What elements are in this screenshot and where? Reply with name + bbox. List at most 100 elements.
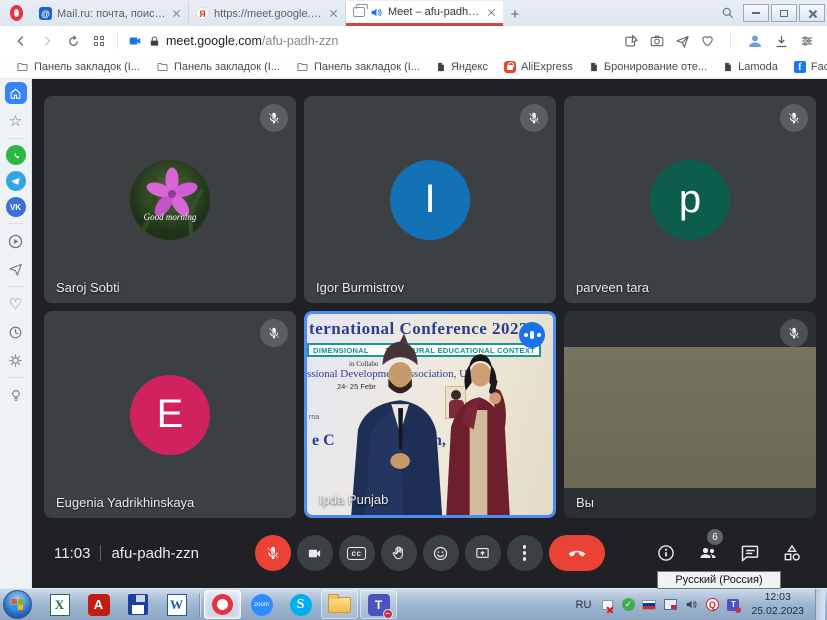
tab-meet-active[interactable]: Meet – afu-padh-zzn xyxy=(346,1,503,26)
bookmark-lamoda[interactable]: Lamoda xyxy=(723,61,778,73)
mic-muted-button[interactable] xyxy=(255,535,291,571)
sidebar-divider xyxy=(9,286,23,287)
captions-button[interactable]: cc xyxy=(339,535,375,571)
participant-tile-saroj-sobti[interactable]: Good morning Saroj Sobti xyxy=(44,96,296,303)
telegram-icon[interactable] xyxy=(6,171,26,191)
sidebar-divider xyxy=(9,138,23,139)
ideas-bulb-icon[interactable] xyxy=(5,384,27,406)
history-clock-icon[interactable] xyxy=(5,321,27,343)
taskbar-opera[interactable] xyxy=(204,590,241,619)
reactions-button[interactable] xyxy=(423,535,459,571)
reload-icon[interactable] xyxy=(60,29,86,53)
vk-icon[interactable]: VK xyxy=(6,197,26,217)
bookmark-label: Панель закладок (I... xyxy=(34,61,140,73)
raise-hand-button[interactable] xyxy=(381,535,417,571)
favorites-heart-icon[interactable]: ♡ xyxy=(5,293,27,315)
taskbar-acrobat[interactable]: A xyxy=(80,590,117,619)
close-tab-icon[interactable] xyxy=(329,9,338,18)
url-field[interactable]: meet.google.com/afu-padh-zzn xyxy=(127,34,624,48)
close-window-button[interactable] xyxy=(799,4,825,22)
folder-icon xyxy=(156,61,169,73)
lock-icon[interactable] xyxy=(149,35,160,48)
bookmark-yandex[interactable]: Яндекс xyxy=(436,61,488,73)
people-count-badge: 6 xyxy=(707,529,723,545)
tab-meet-join[interactable]: Я https://meet.google.com/a xyxy=(189,1,346,26)
bookmark-folder-2[interactable]: Панель закладок (I... xyxy=(156,61,280,73)
speed-dial-home-icon[interactable] xyxy=(5,82,27,104)
whatsapp-icon[interactable] xyxy=(6,145,26,165)
more-options-button[interactable] xyxy=(507,535,543,571)
new-tab-button[interactable]: + xyxy=(503,6,527,26)
tab-mailru[interactable]: @ Mail.ru: почта, поиск в ин xyxy=(32,1,189,26)
show-desktop-button[interactable] xyxy=(815,589,825,620)
participant-tile-parveen-tara[interactable]: p parveen tara xyxy=(564,96,816,303)
taskbar-clock[interactable]: 12:03 25.02.2023 xyxy=(751,591,804,617)
participant-tile-you[interactable]: Вы xyxy=(564,311,816,518)
taskbar-teams[interactable]: T– xyxy=(360,590,397,619)
folder-icon xyxy=(16,61,29,73)
participant-tile-eugenia-yadrikhinskaya[interactable]: E Eugenia Yadrikhinskaya xyxy=(44,311,296,518)
participant-tile-ipda-punjab[interactable]: ternational Conference 2023 DIMENSIONAL … xyxy=(304,311,556,518)
participant-tile-igor-burmistrov[interactable]: I Igor Burmistrov xyxy=(304,96,556,303)
language-indicator[interactable]: RU xyxy=(576,599,592,611)
settings-gear-icon[interactable] xyxy=(5,349,27,371)
sidebar-divider xyxy=(9,377,23,378)
player-icon[interactable] xyxy=(5,230,27,252)
taskbar-skype[interactable]: S xyxy=(282,590,319,619)
avatar: Good morning xyxy=(130,160,210,240)
activities-button[interactable] xyxy=(779,540,805,566)
speed-dial-icon[interactable] xyxy=(86,29,112,53)
easy-setup-icon[interactable] xyxy=(799,34,815,48)
close-tab-icon[interactable] xyxy=(487,8,496,17)
self-video-frame xyxy=(564,347,816,488)
bookmark-folder-3[interactable]: Панель закладок (I... xyxy=(296,61,420,73)
chat-button[interactable] xyxy=(737,540,763,566)
antivirus-ok-icon[interactable]: ✓ xyxy=(621,598,635,612)
taskbar-explorer[interactable] xyxy=(321,590,358,619)
snapshot-icon[interactable] xyxy=(649,34,665,48)
bookmark-aliexpress[interactable]: AliExpress xyxy=(504,61,573,73)
profile-avatar-icon[interactable] xyxy=(746,32,764,50)
camera-button[interactable] xyxy=(297,535,333,571)
display-tray-icon[interactable] xyxy=(663,598,677,612)
tab-audio-icon xyxy=(370,6,383,19)
russian-flag-icon[interactable] xyxy=(642,598,656,612)
search-icon[interactable] xyxy=(713,6,743,20)
google-meet-app: Good morning Saroj Sobti I Igor Burmistr… xyxy=(32,79,827,588)
volume-icon[interactable] xyxy=(684,598,698,612)
participant-name: Eugenia Yadrikhinskaya xyxy=(56,495,194,510)
video-people xyxy=(307,314,553,517)
back-icon[interactable] xyxy=(8,29,34,53)
taskbar-zoom[interactable]: zoom xyxy=(243,590,280,619)
camera-active-icon[interactable] xyxy=(127,34,143,48)
taskbar-save[interactable] xyxy=(119,590,156,619)
bookmark-booking[interactable]: Бронирование оте... xyxy=(589,61,707,73)
action-center-flag-icon[interactable] xyxy=(600,598,614,612)
opera-logo-icon[interactable] xyxy=(0,0,32,26)
bookmarks-star-icon[interactable]: ☆ xyxy=(5,110,27,132)
people-button[interactable]: 6 xyxy=(695,540,721,566)
downloads-icon[interactable] xyxy=(774,34,789,49)
start-button[interactable] xyxy=(3,590,32,619)
forward-icon[interactable] xyxy=(34,29,60,53)
end-call-button[interactable] xyxy=(549,535,605,571)
present-screen-button[interactable] xyxy=(465,535,501,571)
bookmark-facebook[interactable]: f Facebook xyxy=(794,61,827,73)
send-to-flow-icon[interactable] xyxy=(675,34,690,49)
participant-name: parveen tara xyxy=(576,280,649,295)
edit-collection-icon[interactable] xyxy=(624,34,639,49)
taskbar-excel[interactable]: X xyxy=(41,590,78,619)
heart-icon[interactable] xyxy=(700,34,715,48)
taskbar-word[interactable]: W xyxy=(158,590,195,619)
close-tab-icon[interactable] xyxy=(172,9,181,18)
minimize-button[interactable] xyxy=(743,4,769,22)
bookmark-folder-1[interactable]: Панель закладок (I... xyxy=(16,61,140,73)
my-flow-icon[interactable] xyxy=(5,258,27,280)
meeting-details-button[interactable] xyxy=(653,540,679,566)
mic-off-icon xyxy=(260,104,288,132)
sidebar-divider xyxy=(9,223,23,224)
maximize-button[interactable] xyxy=(771,4,797,22)
tab-title: Meet – afu-padh-zzn xyxy=(388,6,482,18)
q-app-tray-icon[interactable]: Q xyxy=(705,598,719,612)
teams-tray-icon[interactable]: T xyxy=(726,598,740,612)
